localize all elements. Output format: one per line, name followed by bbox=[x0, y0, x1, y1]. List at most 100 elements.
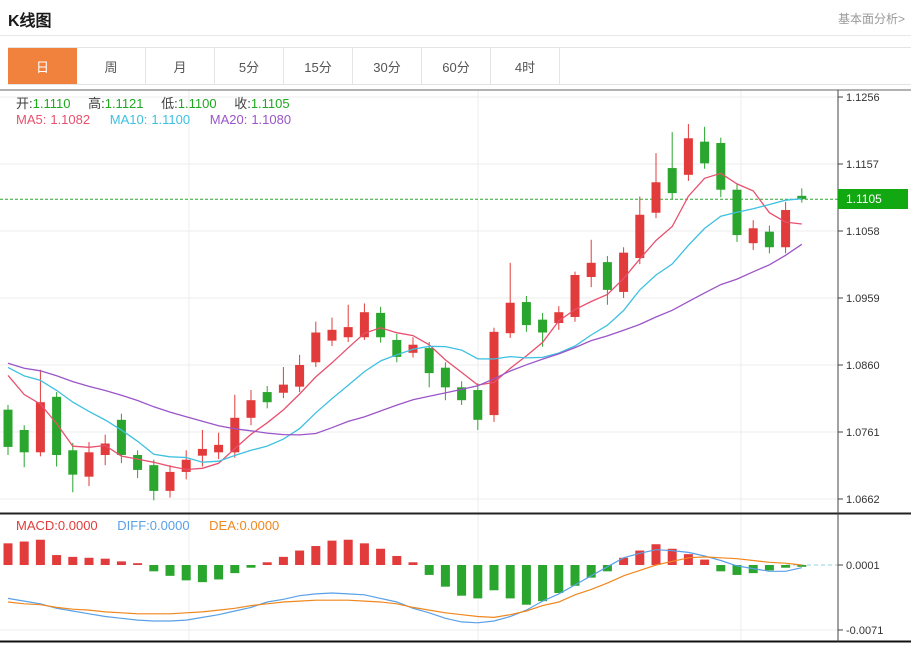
candle bbox=[748, 228, 758, 244]
candle bbox=[781, 210, 791, 248]
diff-value-legend: DIFF:0.0000 bbox=[117, 518, 190, 533]
axis-tick-label: 1.0662 bbox=[846, 494, 880, 506]
ma20-line bbox=[7, 243, 803, 436]
macd-bar bbox=[149, 565, 159, 572]
candle bbox=[230, 417, 240, 453]
close-label: 收: bbox=[234, 96, 251, 111]
macd-bar bbox=[52, 555, 62, 565]
candle bbox=[667, 168, 677, 194]
candle bbox=[246, 400, 256, 418]
ma10-line bbox=[7, 198, 802, 463]
macd-bar bbox=[35, 539, 45, 565]
candle bbox=[133, 455, 143, 470]
macd-bar bbox=[278, 556, 288, 565]
macd-bar bbox=[764, 565, 774, 571]
candle bbox=[278, 384, 288, 393]
macd-bar bbox=[84, 557, 94, 565]
ma-legend: MA5: 1.1082 MA10: 1.1100 MA20: 1.1080 bbox=[16, 112, 307, 127]
ma20-legend: MA20: 1.1080 bbox=[209, 112, 292, 127]
macd-bar bbox=[376, 548, 386, 565]
dea-line bbox=[7, 556, 802, 619]
candle bbox=[165, 471, 175, 491]
candle bbox=[473, 390, 483, 420]
macd-value-legend: MACD:0.0000 bbox=[16, 518, 98, 533]
macd-bar bbox=[100, 558, 110, 565]
candle bbox=[35, 402, 45, 453]
macd-bar bbox=[683, 554, 693, 565]
candle bbox=[505, 302, 515, 334]
axis-tick-label: -0.0071 bbox=[846, 625, 883, 637]
candle bbox=[651, 182, 661, 213]
axis-tick-label: 1.0959 bbox=[846, 293, 880, 305]
macd-bar bbox=[214, 565, 224, 580]
macd-bar bbox=[538, 565, 548, 602]
low-value: 1.1100 bbox=[177, 96, 217, 111]
candle bbox=[619, 252, 629, 292]
candle bbox=[327, 329, 337, 341]
candle bbox=[683, 138, 693, 175]
macd-legend: MACD:0.0000 DIFF:0.0000 DEA:0.0000 bbox=[16, 518, 295, 533]
candle bbox=[424, 348, 434, 374]
axis-tick-label: 1.0860 bbox=[846, 360, 880, 372]
axis-tick-label: 1.0761 bbox=[846, 427, 880, 439]
macd-bar bbox=[473, 565, 483, 599]
axis-tick-label: 1.1058 bbox=[846, 226, 880, 238]
macd-bar bbox=[359, 543, 369, 565]
close-value: 1.1105 bbox=[250, 96, 290, 111]
macd-bar bbox=[197, 565, 207, 583]
candle bbox=[116, 419, 126, 456]
macd-bar bbox=[505, 565, 515, 599]
macd-bar bbox=[343, 539, 353, 565]
macd-bar bbox=[295, 550, 305, 565]
candle bbox=[764, 231, 774, 248]
candle bbox=[52, 396, 62, 456]
macd-bar bbox=[489, 565, 499, 591]
macd-bar bbox=[554, 565, 564, 593]
macd-bar bbox=[440, 565, 450, 587]
candle bbox=[214, 444, 224, 453]
candle bbox=[376, 312, 386, 338]
macd-bar bbox=[68, 556, 78, 565]
candle bbox=[343, 327, 353, 338]
macd-bar bbox=[392, 555, 402, 565]
diff-line bbox=[7, 549, 802, 624]
candle bbox=[262, 392, 272, 403]
macd-bar bbox=[457, 565, 467, 596]
macd-bar bbox=[797, 565, 807, 567]
candle bbox=[68, 450, 78, 475]
candle bbox=[440, 367, 450, 388]
macd-bar bbox=[424, 565, 434, 575]
open-value: 1.1110 bbox=[32, 96, 71, 111]
macd-bar bbox=[181, 565, 191, 581]
macd-bar bbox=[408, 562, 418, 565]
macd-bar bbox=[116, 561, 126, 565]
current-price-badge: 1.1105 bbox=[838, 189, 908, 209]
macd-bar bbox=[133, 563, 143, 565]
macd-bar bbox=[3, 543, 13, 565]
ma5-legend: MA5: 1.1082 bbox=[16, 112, 91, 127]
candle bbox=[149, 465, 159, 491]
open-label: 开: bbox=[16, 96, 33, 111]
macd-bar bbox=[619, 557, 629, 565]
candle bbox=[635, 214, 645, 259]
axis-tick-label: 1.1256 bbox=[846, 92, 880, 104]
candle bbox=[538, 319, 548, 333]
low-label: 低: bbox=[161, 96, 178, 111]
candle bbox=[521, 302, 531, 326]
macd-bar bbox=[230, 565, 240, 574]
ma10-legend: MA10: 1.1100 bbox=[109, 112, 191, 127]
macd-bar bbox=[700, 559, 710, 565]
candle bbox=[84, 452, 94, 477]
macd-bar bbox=[165, 565, 175, 576]
macd-bar bbox=[651, 544, 661, 565]
candle bbox=[700, 141, 710, 164]
axis-tick-label: 1.1157 bbox=[846, 159, 879, 171]
candle bbox=[716, 143, 726, 190]
macd-bar bbox=[327, 540, 337, 565]
macd-bar bbox=[781, 565, 791, 568]
candle bbox=[295, 365, 305, 387]
candle bbox=[570, 274, 580, 317]
macd-bar bbox=[311, 546, 321, 565]
axis-tick-label: 0.0001 bbox=[846, 560, 880, 572]
candle bbox=[586, 262, 596, 278]
